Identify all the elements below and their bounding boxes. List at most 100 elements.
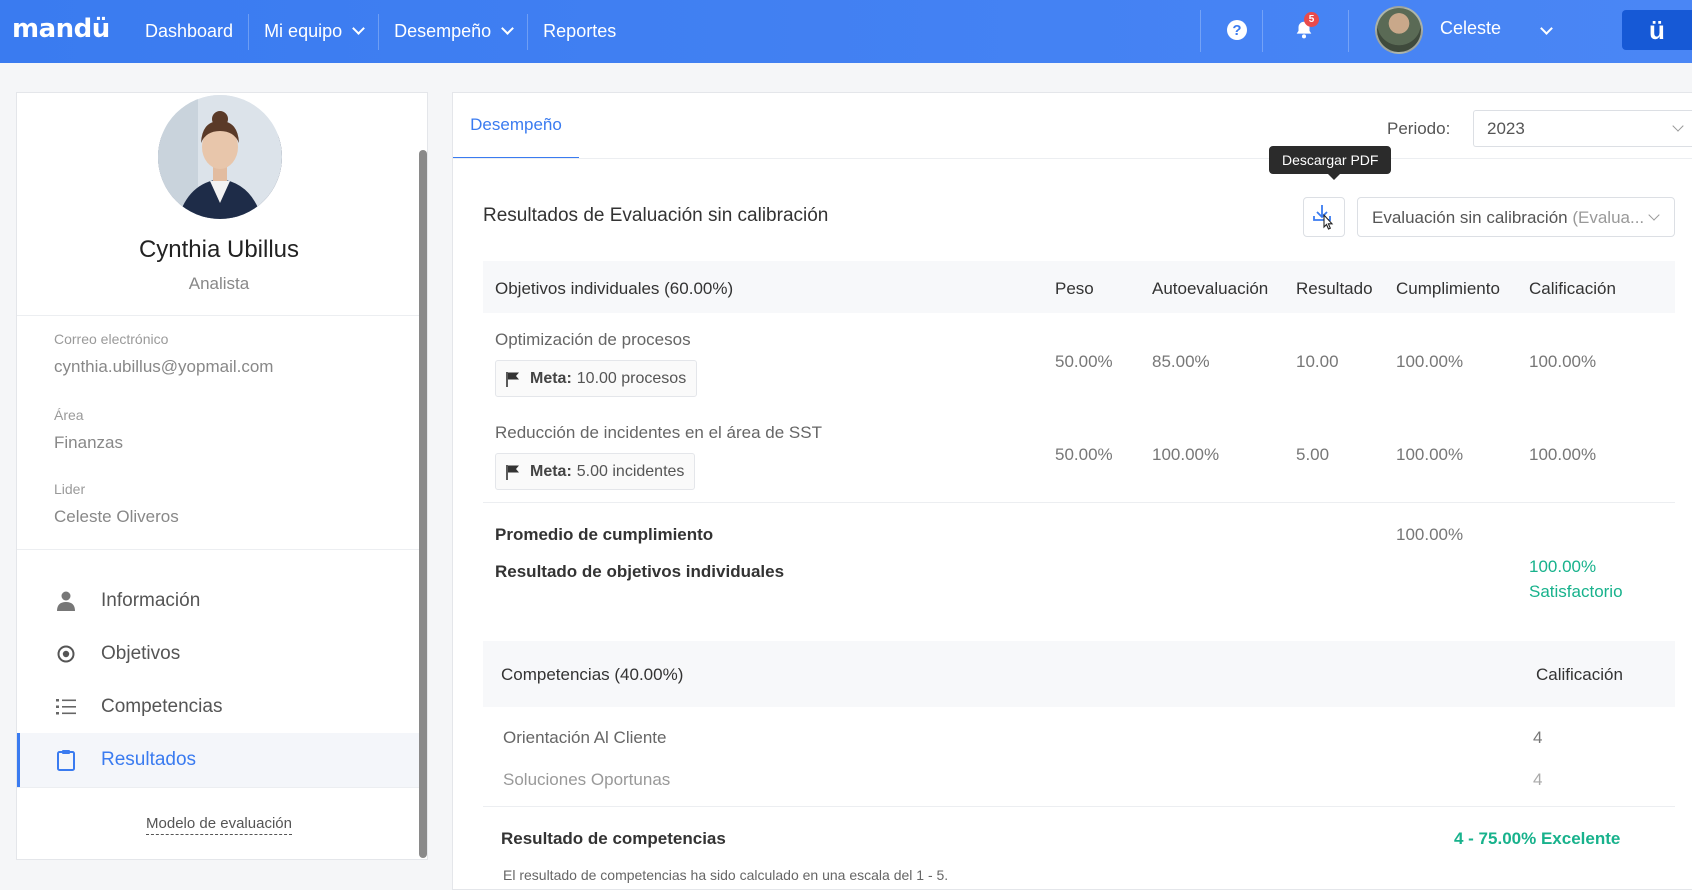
nav-mi-equipo[interactable]: Mi equipo [249,0,378,63]
email-value: cynthia.ubillus@yopmail.com [54,357,274,376]
competencies-header-calificacion: Calificación [1536,665,1623,684]
sidebar-item-label: Información [101,590,201,611]
flag-icon [506,371,520,387]
nav-desempeno-label: Desempeño [394,21,492,41]
results-panel: Desempeño Periodo: 2023 Descargar PDF Re… [452,92,1692,890]
nav-mi-equipo-label: Mi equipo [264,21,343,41]
resultado-objetivos-label: Resultado de objetivos individuales [495,562,785,581]
objectives-header-title: Objetivos individuales (60.00%) [495,279,734,298]
divider [17,787,421,788]
calificacion-value: 100.00% [1529,352,1597,371]
competency-name: Orientación Al Cliente [503,728,667,747]
period-select[interactable]: 2023 [1473,110,1692,147]
resultado-objetivos-status: Satisfactorio [1529,582,1623,601]
nav-reportes-label: Reportes [543,21,617,41]
objective-meta: Meta: 5.00 incidentes [495,453,696,490]
notification-badge: 5 [1304,12,1319,27]
profile-panel: Cynthia Ubillus Analista Correo electrón… [16,92,428,860]
resultado-value: 10.00 [1296,352,1339,371]
sidebar-item-label: Resultados [101,749,197,770]
divider [17,315,421,316]
competencies-scale-note: El resultado de competencias ha sido cal… [503,867,949,883]
autoevaluacion-value: 85.00% [1152,352,1210,371]
profile-name: Cynthia Ubillus [138,236,300,263]
meta-label: Meta: [530,369,572,387]
download-icon [1313,205,1334,230]
chevron-down-icon [501,22,515,35]
nav-dashboard[interactable]: Dashboard [130,0,248,63]
sidebar-item-objetivos[interactable]: Objetivos [17,627,421,681]
resultado-objetivos-value: 100.00% [1529,557,1597,576]
objective-name: Reducción de incidentes en el área de SS… [495,423,822,442]
competency-name: Soluciones Oportunas [503,770,671,789]
objective-name: Optimización de procesos [495,330,691,349]
nav-reportes[interactable]: Reportes [528,0,631,63]
chevron-down-icon [352,22,365,35]
promedio-value: 100.00% [1396,525,1464,544]
calificacion-value: 100.00% [1529,445,1597,464]
resultado-competencias-value: 4 - 75.00% Excelente [1454,829,1621,848]
app-logo[interactable]: mandü [12,14,110,44]
nav-desempeno[interactable]: Desempeño [379,0,527,63]
user-name[interactable]: Celeste [1440,18,1501,39]
sidebar-item-resultados[interactable]: Resultados [17,733,421,787]
section-title: Resultados de Evaluación sin calibración [483,205,829,226]
period-label: Periodo: [1387,119,1451,138]
resultado-competencias-label: Resultado de competencias [501,829,726,848]
profile-photo-illustration [158,95,282,219]
competencies-header-title: Competencias (40.00%) [501,665,684,684]
top-navigation-bar: mandü Dashboard Mi equipo Desempeño Repo… [0,0,1692,63]
promedio-label: Promedio de cumplimiento [495,525,714,544]
target-icon [55,643,77,665]
download-pdf-tooltip: Descargar PDF [1269,146,1392,180]
resultado-value: 5.00 [1296,445,1330,464]
profile-role: Analista [188,274,250,293]
main-nav: Dashboard Mi equipo Desempeño Reportes [130,0,631,63]
area-label: Área [54,407,84,423]
user-avatar[interactable] [1375,6,1423,54]
competency-value: 4 [1533,728,1543,747]
evaluation-select-value: Evaluación sin calibración [1372,208,1568,227]
topbar-divider [1200,10,1201,52]
table-divider [483,502,1675,503]
nav-dashboard-label: Dashboard [145,21,234,41]
column-header-autoevaluacion: Autoevaluación [1152,279,1269,298]
topbar-divider [1262,10,1263,52]
evaluation-select-muted: (Evalua... [1567,208,1645,227]
list-icon [55,696,77,718]
meta-label: Meta: [530,462,572,480]
sidebar-item-informacion[interactable]: Información [17,574,421,628]
sidebar-scrollbar[interactable] [419,150,427,858]
divider [17,549,421,550]
leader-value: Celeste Oliveros [54,507,179,526]
chevron-down-icon [1648,209,1660,221]
help-icon[interactable]: ? [1227,20,1247,40]
modelo-evaluacion-label: Modelo de evaluación [146,815,292,835]
topbar-divider [1348,10,1349,52]
clipboard-icon [55,749,77,771]
peso-value: 50.00% [1055,352,1113,371]
column-header-peso: Peso [1055,279,1094,298]
cumplimiento-value: 100.00% [1396,352,1464,371]
evaluation-select[interactable]: Evaluación sin calibración (Evalua... [1357,197,1675,237]
brand-button[interactable]: ü [1622,10,1692,50]
download-pdf-button[interactable] [1303,197,1345,237]
leader-label: Lider [54,481,86,497]
profile-photo [158,95,282,219]
user-icon [55,590,77,612]
sidebar-item-label: Objetivos [101,643,181,664]
email-label: Correo electrónico [54,331,169,347]
peso-value: 50.00% [1055,445,1113,464]
sidebar-item-competencias[interactable]: Competencias [17,680,421,734]
meta-value: 10.00 procesos [576,369,687,387]
tab-desempeno[interactable]: Desempeño [453,93,579,159]
user-menu-chevron-icon[interactable] [1540,22,1553,35]
objective-meta: Meta: 10.00 procesos [495,360,698,397]
sidebar-item-label: Competencias [101,696,223,717]
period-value: 2023 [1487,119,1525,138]
area-value: Finanzas [54,433,123,452]
meta-value: 5.00 incidentes [576,462,685,480]
column-header-calificacion: Calificación [1529,279,1616,298]
modelo-evaluacion-link[interactable]: Modelo de evaluación [17,815,421,835]
tab-divider [453,158,1692,159]
